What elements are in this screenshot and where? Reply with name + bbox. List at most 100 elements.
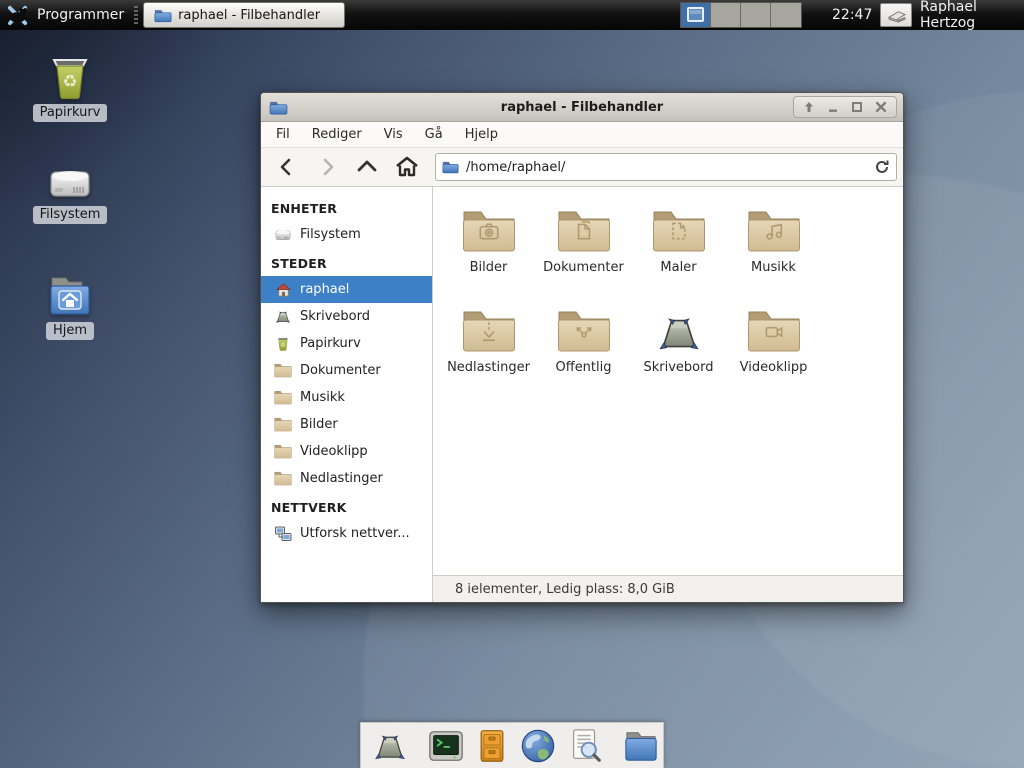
menubar: Fil Rediger Vis Gå Hjelp: [261, 122, 903, 148]
xfce-mouse-logo-icon[interactable]: [6, 4, 29, 27]
network-icon: [274, 525, 292, 543]
file-manager-window: raphael - Filbehandler Fil Rediger Vis G…: [260, 92, 904, 603]
back-icon: [277, 157, 297, 177]
sidebar-header-devices: ENHETER: [261, 193, 432, 221]
sidebar: ENHETER Filsystem STEDER raphael Skriveb…: [261, 187, 433, 602]
folder-videos-icon: [274, 443, 292, 461]
window-content: ENHETER Filsystem STEDER raphael Skriveb…: [261, 187, 903, 602]
show-desktop-button[interactable]: [371, 727, 409, 765]
window-folder-icon: [154, 8, 172, 23]
home-icon: [395, 156, 419, 178]
web-browser-icon: [519, 727, 557, 765]
sidebar-item-documents[interactable]: Dokumenter: [261, 357, 432, 384]
close-button[interactable]: [870, 98, 892, 116]
workspace-window-thumb: [687, 7, 704, 22]
file-item-skrivebord[interactable]: Skrivebord: [631, 303, 726, 403]
dock-panel: [360, 722, 664, 768]
reload-button[interactable]: [874, 159, 890, 175]
user-actions-button[interactable]: [880, 3, 912, 27]
share-emblem-icon: [572, 319, 596, 343]
folder-music-icon: [274, 389, 292, 407]
file-item-musikk[interactable]: Musikk: [726, 203, 821, 303]
workspace-3[interactable]: [741, 3, 771, 27]
window-folder-icon: [269, 100, 288, 115]
applications-menu[interactable]: Programmer: [37, 7, 124, 23]
sidebar-item-filesystem[interactable]: Filsystem: [261, 221, 432, 248]
folder-icon: [442, 160, 459, 174]
desktop-icon-home[interactable]: Hjem: [15, 274, 125, 340]
workspace-1[interactable]: [681, 3, 711, 27]
file-item-bilder[interactable]: Bilder: [441, 203, 536, 303]
sidebar-item-videos[interactable]: Videoklipp: [261, 438, 432, 465]
document-search-icon: [566, 727, 604, 765]
file-item-offentlig[interactable]: Offentlig: [536, 303, 631, 403]
titlebar[interactable]: raphael - Filbehandler: [261, 93, 903, 122]
terminal-icon: [427, 727, 465, 765]
taskbar-handle: [134, 6, 138, 24]
desktop-icon: [274, 308, 292, 326]
workspace-2[interactable]: [711, 3, 741, 27]
web-browser-launcher[interactable]: [519, 727, 557, 765]
forward-icon: [317, 157, 337, 177]
file-item-videoklipp[interactable]: Videoklipp: [726, 303, 821, 403]
file-cabinet-icon: [474, 727, 510, 765]
template-emblem-icon: [667, 219, 691, 243]
file-manager-launcher[interactable]: [622, 727, 660, 765]
reload-icon: [874, 159, 890, 175]
minimize-button[interactable]: [822, 98, 844, 116]
maximize-button[interactable]: [846, 98, 868, 116]
sidebar-header-places: STEDER: [261, 248, 432, 276]
forward-button[interactable]: [307, 151, 347, 183]
home-icon: [274, 281, 292, 299]
file-cabinet-launcher[interactable]: [474, 727, 510, 765]
sidebar-item-desktop[interactable]: Skrivebord: [261, 303, 432, 330]
file-item-dokumenter[interactable]: Dokumenter: [536, 203, 631, 303]
sidebar-item-browse-network[interactable]: Utforsk nettver...: [261, 520, 432, 547]
menu-help[interactable]: Hjelp: [454, 122, 509, 147]
sidebar-header-network: NETTVERK: [261, 492, 432, 520]
harddrive-icon: [46, 162, 94, 202]
sidebar-item-music[interactable]: Musikk: [261, 384, 432, 411]
workspace-switcher: [680, 2, 802, 28]
top-panel: Programmer raphael - Filbehandler 22:47 …: [0, 0, 1024, 30]
workspace-4[interactable]: [771, 3, 801, 27]
terminal-launcher[interactable]: [427, 727, 465, 765]
toolbar: /home/raphael/: [261, 148, 903, 187]
document-search-launcher[interactable]: [566, 727, 604, 765]
file-view[interactable]: Bilder Dokumenter Maler: [433, 187, 903, 575]
current-path: /home/raphael/: [466, 160, 867, 175]
shade-button[interactable]: [798, 98, 820, 116]
camera-emblem-icon: [477, 219, 501, 243]
home-button[interactable]: [387, 151, 427, 183]
statusbar: 8 ielementer, Ledig plass: 8,0 GiB: [433, 575, 903, 602]
sidebar-item-trash[interactable]: Papirkurv: [261, 330, 432, 357]
download-emblem-icon: [477, 319, 501, 343]
back-button[interactable]: [267, 151, 307, 183]
sidebar-item-pictures[interactable]: Bilder: [261, 411, 432, 438]
clock[interactable]: 22:47: [832, 0, 872, 30]
file-view-column: Bilder Dokumenter Maler: [433, 187, 903, 602]
file-manager-folder-icon: [622, 729, 660, 763]
video-emblem-icon: [762, 319, 786, 343]
sidebar-item-downloads[interactable]: Nedlastinger: [261, 465, 432, 492]
file-item-maler[interactable]: Maler: [631, 203, 726, 303]
menu-go[interactable]: Gå: [414, 122, 454, 147]
file-item-nedlastinger[interactable]: Nedlastinger: [441, 303, 536, 403]
path-entry[interactable]: /home/raphael/: [435, 153, 897, 181]
folder-downloads-icon: [274, 470, 292, 488]
trash-icon: [274, 335, 292, 353]
taskbar-window-button[interactable]: raphael - Filbehandler: [143, 2, 345, 28]
document-emblem-icon: [572, 219, 596, 243]
menu-file[interactable]: Fil: [265, 122, 301, 147]
show-desktop-icon: [371, 730, 409, 762]
window-buttons: [793, 96, 897, 118]
desktop-icon-filesystem[interactable]: Filsystem: [15, 162, 125, 224]
trash-icon: [46, 54, 94, 100]
menu-edit[interactable]: Rediger: [301, 122, 373, 147]
home-folder-icon: [46, 274, 94, 318]
menu-view[interactable]: Vis: [373, 122, 414, 147]
user-name[interactable]: Raphael Hertzog: [920, 0, 1024, 30]
sidebar-item-raphael[interactable]: raphael: [261, 276, 432, 303]
up-button[interactable]: [347, 151, 387, 183]
desktop-icon-trash[interactable]: Papirkurv: [15, 54, 125, 122]
